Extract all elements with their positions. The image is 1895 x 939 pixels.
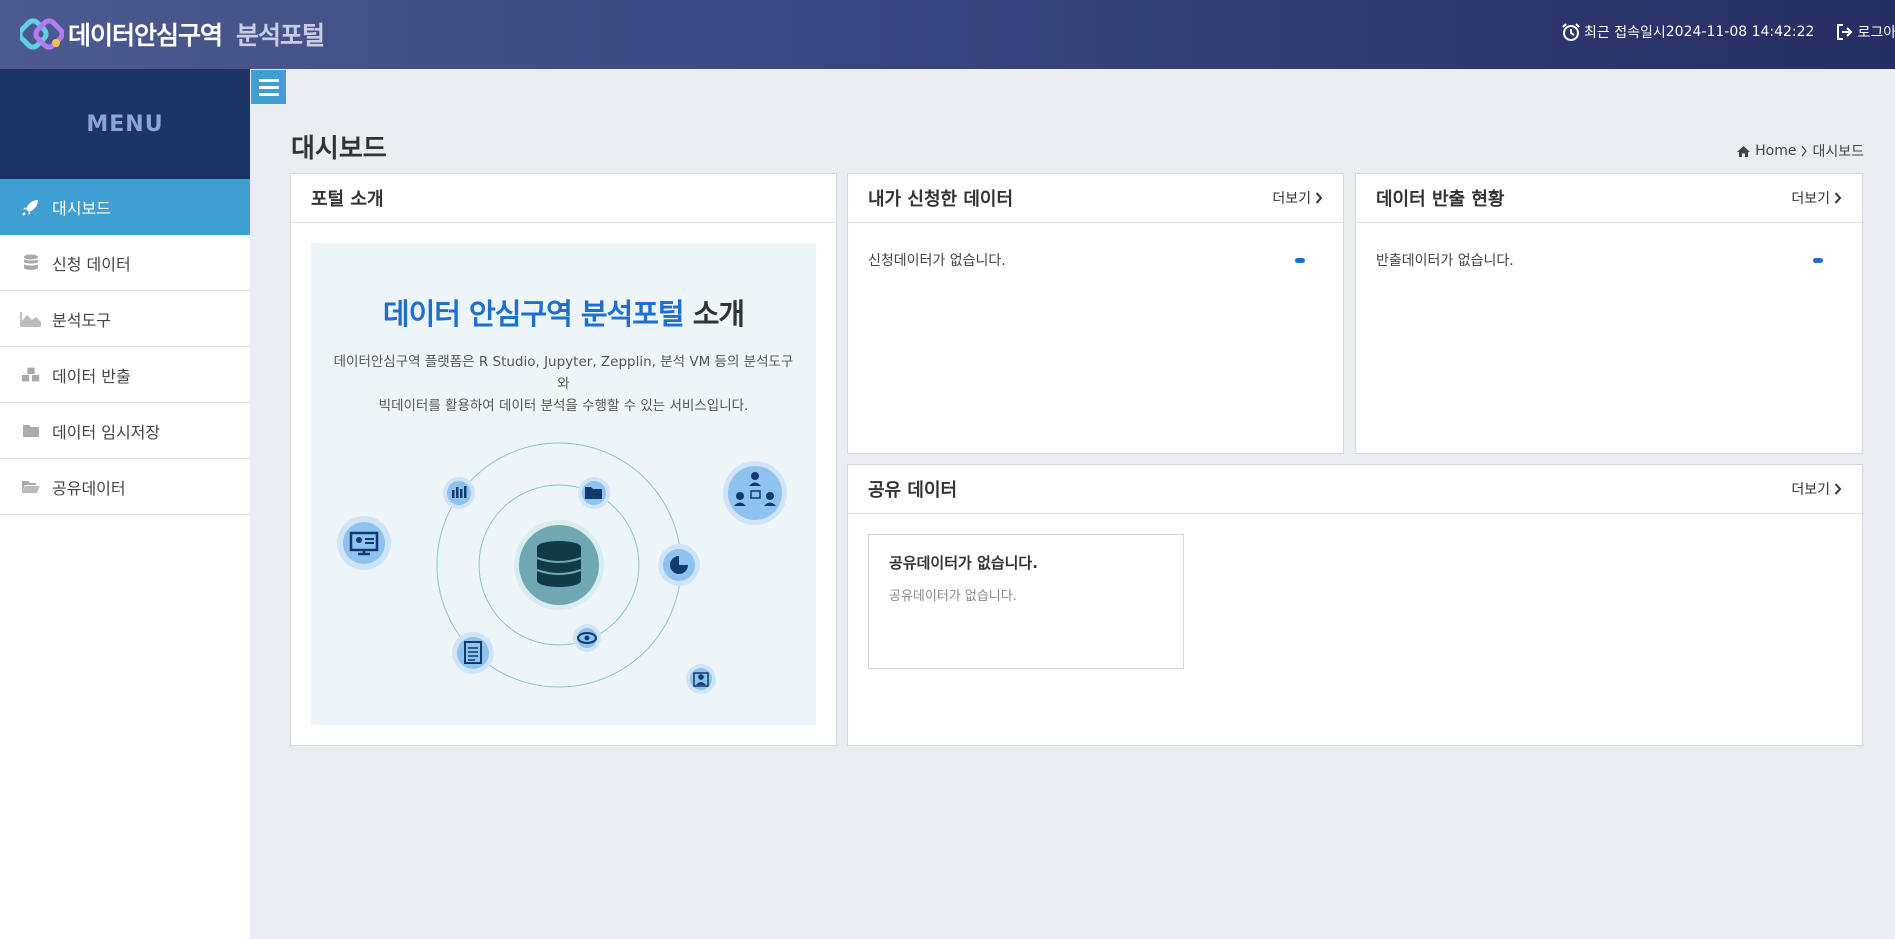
export-status-panel: 데이터 반출 현황 더보기 반출데이터가 없습니다. [1355, 173, 1863, 454]
shared-panel-header: 공유 데이터 더보기 [848, 465, 1862, 514]
shared-data-panel: 공유 데이터 더보기 공유데이터가 없습니다. 공유데이터가 없습니다. [847, 464, 1863, 746]
people-network-node-icon [723, 461, 787, 525]
export-empty-text: 반출데이터가 없습니다. [1376, 253, 1514, 269]
export-panel-header: 데이터 반출 현황 더보기 [1356, 174, 1862, 223]
hamburger-icon [258, 78, 279, 82]
breadcrumb: Home 대시보드 [1736, 141, 1864, 161]
chevron-right-icon [1802, 145, 1808, 157]
page-title: 대시보드 [291, 134, 387, 164]
intro-panel: 포털 소개 데이터 안심구역 분석포털 소개 데이터안심구역 플랫폼은 R St… [290, 173, 837, 746]
my-data-empty-text: 신청데이터가 없습니다. [868, 253, 1006, 269]
sidebar-item-label: 데이터 반출 [52, 366, 131, 386]
shared-panel-title: 공유 데이터 [868, 480, 958, 501]
menu-toggle-button[interactable] [251, 70, 286, 104]
user-node-icon [686, 664, 716, 694]
shared-card-title: 공유데이터가 없습니다. [889, 554, 1038, 572]
sidebar-item-label: 대시보드 [52, 199, 111, 218]
logo[interactable]: 데이터안심구역 분석포털 [20, 16, 325, 52]
folder-open-icon [20, 478, 42, 496]
cubes-icon [20, 366, 42, 384]
orbit-illustration [337, 442, 787, 694]
last-login-value: 2024-11-08 14:42:22 [1665, 24, 1815, 40]
breadcrumb-current: 대시보드 [1812, 144, 1864, 160]
shared-data-card[interactable]: 공유데이터가 없습니다. 공유데이터가 없습니다. [868, 534, 1184, 669]
alarm-clock-icon [1562, 23, 1580, 41]
loading-indicator [1813, 258, 1823, 263]
breadcrumb-home[interactable]: Home [1755, 143, 1796, 159]
loading-indicator [1295, 258, 1305, 263]
rocket-icon [20, 198, 42, 216]
sidebar-item-dashboard[interactable]: 대시보드 [0, 179, 250, 235]
logo-title: 데이터안심구역 [68, 21, 223, 50]
sidebar-item-label: 신청 데이터 [52, 254, 131, 274]
clipboard-node-icon [452, 632, 494, 674]
pie-chart-node-icon [658, 544, 700, 586]
folder-icon [20, 422, 42, 440]
last-login: 최근 접속일시 2024-11-08 14:42:22 [1561, 22, 1814, 42]
shared-card-desc: 공유데이터가 없습니다. [889, 589, 1017, 604]
folder-node-icon [578, 477, 610, 509]
sign-out-icon [1837, 24, 1853, 40]
sidebar: MENU 대시보드 신청 데이터 분석도구 데이터 반출 데이터 임시저장 공유 [0, 69, 250, 939]
my-data-panel: 내가 신청한 데이터 더보기 신청데이터가 없습니다. [847, 173, 1344, 454]
monitor-node-icon [337, 516, 391, 570]
sidebar-item-shared-data[interactable]: 공유데이터 [0, 459, 250, 515]
logout-button[interactable]: 로그아웃 [1836, 22, 1895, 42]
intro-panel-title: 포털 소개 [311, 189, 384, 210]
last-login-label: 최근 접속일시 [1584, 25, 1666, 41]
sidebar-item-analysis-tools[interactable]: 분석도구 [0, 291, 250, 347]
logo-mark-icon [20, 18, 64, 50]
sidebar-item-data-export[interactable]: 데이터 반출 [0, 347, 250, 403]
home-icon [1737, 145, 1751, 157]
chevron-right-icon [1834, 192, 1842, 204]
logout-label: 로그아웃 [1857, 25, 1895, 41]
my-data-more-link[interactable]: 더보기 [1272, 188, 1323, 208]
top-header: 데이터안심구역 분석포털 최근 접속일시 2024-11-08 14:42:22 … [0, 0, 1895, 69]
export-panel-title: 데이터 반출 현황 [1376, 189, 1505, 210]
more-label: 더보기 [1791, 191, 1830, 207]
sidebar-item-label: 데이터 임시저장 [52, 422, 161, 442]
sidebar-item-label: 공유데이터 [52, 478, 126, 498]
eye-node-icon [573, 624, 601, 652]
chevron-right-icon [1834, 483, 1842, 495]
database-icon [20, 254, 42, 272]
intro-panel-header: 포털 소개 [291, 174, 836, 223]
more-label: 더보기 [1272, 191, 1311, 207]
chevron-right-icon [1315, 192, 1323, 204]
sidebar-item-label: 분석도구 [52, 310, 111, 330]
my-data-panel-header: 내가 신청한 데이터 더보기 [848, 174, 1343, 223]
shared-more-link[interactable]: 더보기 [1791, 479, 1842, 499]
area-chart-icon [20, 310, 42, 328]
menu-title: MENU [0, 69, 250, 179]
bar-chart-node-icon [443, 477, 475, 509]
export-more-link[interactable]: 더보기 [1791, 188, 1842, 208]
my-data-panel-title: 내가 신청한 데이터 [868, 189, 1014, 210]
logo-subtitle: 분석포털 [236, 21, 325, 50]
more-label: 더보기 [1791, 482, 1830, 498]
center-database-icon [536, 541, 582, 587]
sidebar-item-requested-data[interactable]: 신청 데이터 [0, 235, 250, 291]
sidebar-item-temp-storage[interactable]: 데이터 임시저장 [0, 403, 250, 459]
header-right: 최근 접속일시2024-11-08 14:42:22 로그아웃 [1561, 22, 1895, 42]
intro-box: 데이터 안심구역 분석포털 소개 데이터안심구역 플랫폼은 R Studio, … [311, 243, 816, 725]
